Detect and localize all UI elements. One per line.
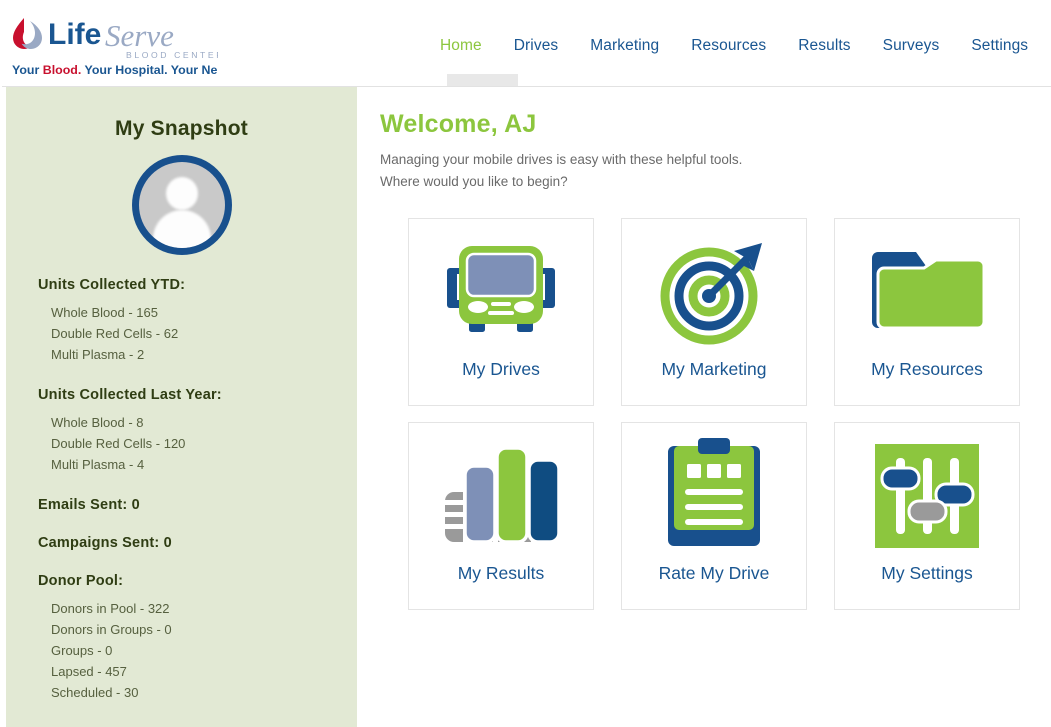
avatar[interactable] [132,155,232,255]
tile-my-resources[interactable]: My Resources [834,218,1020,406]
stat-heading: Units Collected Last Year: [38,387,357,403]
stat-block-emails-sent: Emails Sent: 0 [6,497,357,513]
stat-line: Multi Plasma - 4 [38,454,357,475]
intro-line-2: Where would you like to begin? [380,171,742,193]
tile-label: Rate My Drive [659,563,770,584]
lifeserve-logo[interactable]: Life Serve BLOOD CENTER Your Blood. Your… [8,8,218,78]
avatar-body-shape [153,210,211,248]
tile-my-drives[interactable]: My Drives [408,218,594,406]
nav-item-surveys[interactable]: Surveys [883,37,940,55]
tile-grid: My Drives My Marketing [408,218,1020,610]
nav-item-settings[interactable]: Settings [971,37,1028,55]
tile-label: My Drives [462,359,540,380]
tile-label: My Resources [871,359,983,380]
main-content: Welcome, AJ Managing your mobile drives … [357,87,1051,727]
intro-text: Managing your mobile drives is easy with… [380,149,742,193]
sliders-icon [871,431,983,561]
tile-label: My Marketing [661,359,766,380]
nav-item-drives[interactable]: Drives [514,37,559,55]
nav-item-marketing[interactable]: Marketing [590,37,659,55]
avatar-photo [139,162,225,248]
tile-my-marketing[interactable]: My Marketing [621,218,807,406]
snapshot-title: My Snapshot [6,117,357,141]
stat-block-units-last-year: Units Collected Last Year: Whole Blood -… [6,387,357,475]
stat-line: Lapsed - 457 [38,661,357,682]
target-dart-icon [658,227,770,357]
svg-text:Your Blood. Your Hospital. You: Your Blood. Your Hospital. Your Neighbor… [12,63,218,77]
bar-chart-icon [439,431,563,561]
clipboard-icon [664,431,764,561]
stat-block-units-ytd: Units Collected YTD: Whole Blood - 165 D… [6,277,357,365]
stat-line: Multi Plasma - 2 [38,344,357,365]
stat-line: Scheduled - 30 [38,682,357,703]
svg-text:Serve: Serve [105,18,174,53]
stat-line: Double Red Cells - 62 [38,323,357,344]
stat-line: Whole Blood - 165 [38,302,357,323]
stat-line: Whole Blood - 8 [38,412,357,433]
stat-block-donor-pool: Donor Pool: Donors in Pool - 322 Donors … [6,573,357,703]
svg-text:Life: Life [48,18,101,51]
stat-block-campaigns-sent: Campaigns Sent: 0 [6,535,357,551]
tile-label: My Results [458,563,545,584]
stat-line: Donors in Pool - 322 [38,598,357,619]
avatar-head-shape [166,177,198,210]
folder-icon [868,227,986,357]
stat-line: Groups - 0 [38,640,357,661]
bus-icon [445,227,557,357]
stat-line: Donors in Groups - 0 [38,619,357,640]
stat-line: Double Red Cells - 120 [38,433,357,454]
stat-heading: Emails Sent: 0 [38,497,357,513]
tile-my-settings[interactable]: My Settings [834,422,1020,610]
svg-text:BLOOD CENTER: BLOOD CENTER [126,50,218,60]
stat-heading: Units Collected YTD: [38,277,357,293]
stat-heading: Campaigns Sent: 0 [38,535,357,551]
intro-line-1: Managing your mobile drives is easy with… [380,149,742,171]
page-title: Welcome, AJ [380,110,536,139]
site-header: Life Serve BLOOD CENTER Your Blood. Your… [0,0,1051,87]
primary-navigation[interactable]: Home Drives Marketing Resources Results … [440,30,1028,62]
snapshot-sidebar: My Snapshot Units Collected YTD: Whole B… [6,87,357,727]
stat-heading: Donor Pool: [38,573,357,589]
nav-item-resources[interactable]: Resources [691,37,766,55]
nav-item-home[interactable]: Home [440,37,482,55]
tile-rate-my-drive[interactable]: Rate My Drive [621,422,807,610]
tile-my-results[interactable]: My Results [408,422,594,610]
nav-item-results[interactable]: Results [798,37,850,55]
tile-label: My Settings [881,563,972,584]
